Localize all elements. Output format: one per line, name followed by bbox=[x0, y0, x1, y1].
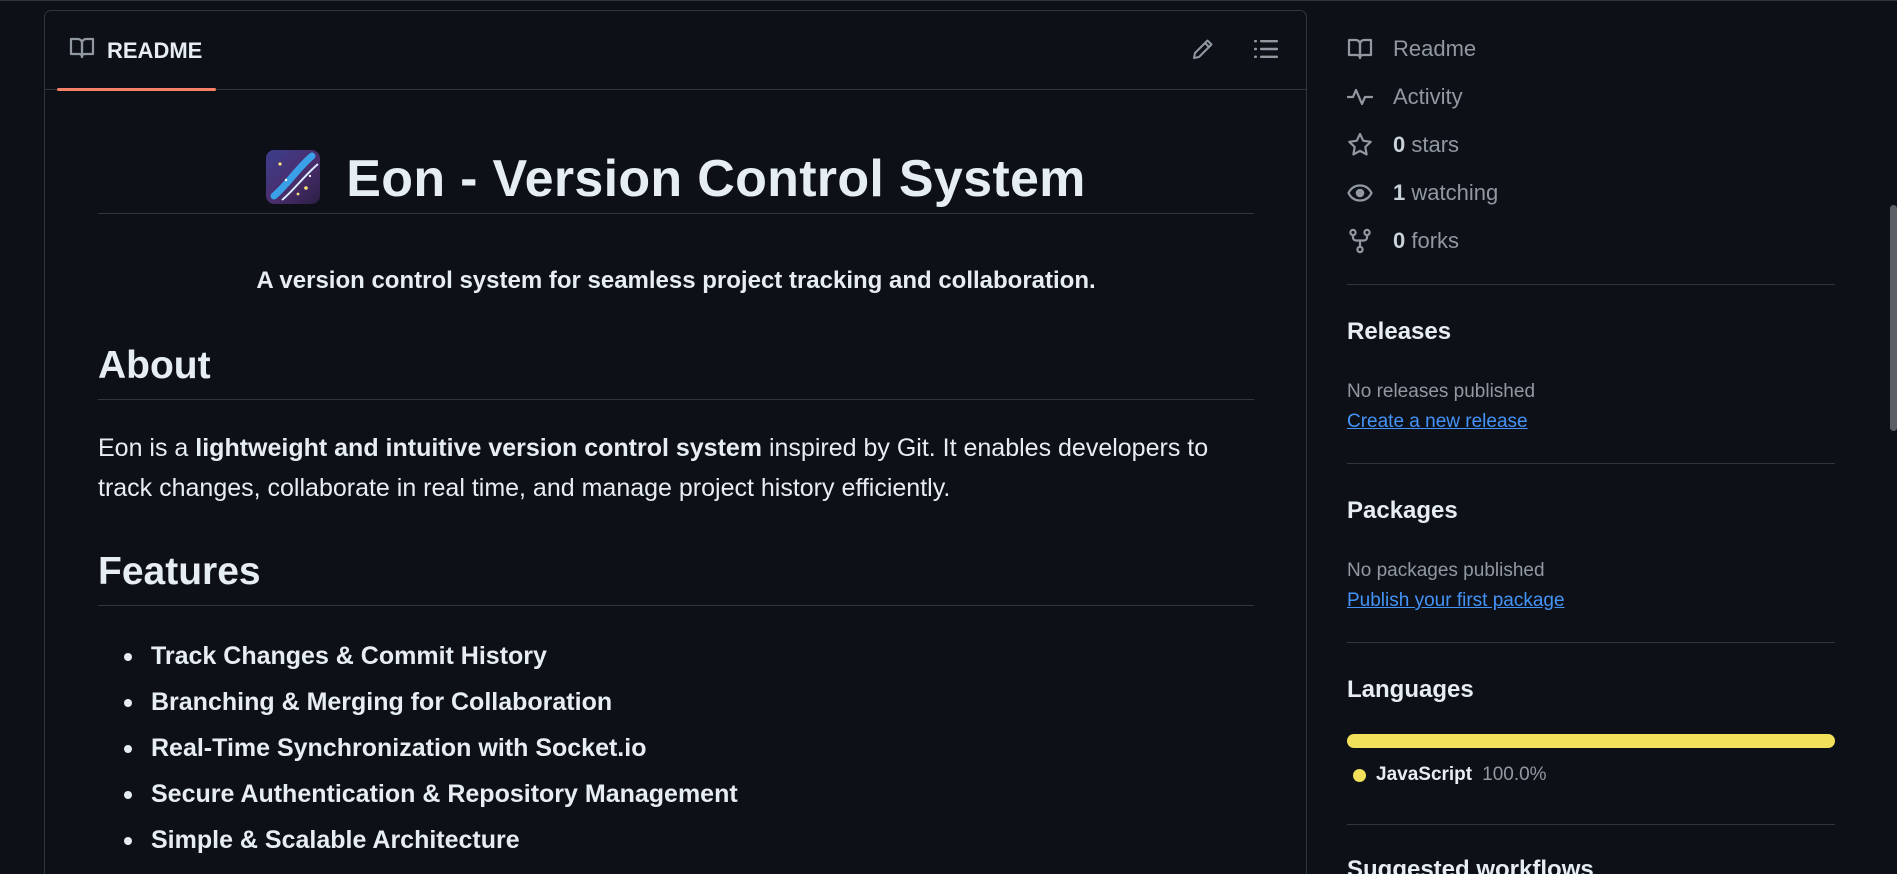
pencil-icon bbox=[1191, 37, 1215, 66]
forks-count: 0 bbox=[1393, 228, 1406, 253]
stars-text: 0 stars bbox=[1393, 132, 1459, 158]
readme-tab[interactable]: README bbox=[57, 11, 216, 91]
packages-empty-text: No packages published bbox=[1347, 560, 1545, 581]
watching-text: 1 watching bbox=[1393, 180, 1498, 206]
forks-link[interactable]: 0 forks bbox=[1347, 225, 1459, 257]
language-bar bbox=[1347, 734, 1835, 748]
sidebar-divider bbox=[1347, 284, 1835, 285]
watching-count: 1 bbox=[1393, 180, 1406, 205]
stars-link[interactable]: 0 stars bbox=[1347, 129, 1459, 161]
language-name: JavaScript bbox=[1376, 764, 1473, 785]
stars-label: stars bbox=[1411, 132, 1460, 157]
pulse-icon bbox=[1347, 84, 1373, 110]
star-icon bbox=[1347, 132, 1373, 158]
feature-item: Secure Authentication & Repository Manag… bbox=[98, 771, 1254, 817]
releases-heading[interactable]: Releases bbox=[1347, 318, 1451, 346]
outline-button[interactable] bbox=[1248, 33, 1284, 69]
eye-icon bbox=[1347, 180, 1373, 206]
fork-icon bbox=[1347, 228, 1373, 254]
page-scrollbar[interactable] bbox=[1890, 205, 1897, 431]
readme-panel: README Eon - Version Control System A ve… bbox=[44, 10, 1307, 874]
list-icon bbox=[1253, 37, 1279, 66]
language-percent: 100.0% bbox=[1482, 764, 1547, 785]
sidebar-divider bbox=[1347, 642, 1835, 643]
edit-readme-button[interactable] bbox=[1185, 33, 1221, 69]
sidebar-divider bbox=[1347, 463, 1835, 464]
language-item[interactable]: JavaScript 100.0% bbox=[1353, 764, 1547, 786]
publish-package-link[interactable]: Publish your first package bbox=[1347, 590, 1565, 612]
feature-item: Real-Time Synchronization with Socket.io bbox=[98, 725, 1254, 771]
book-icon bbox=[69, 36, 95, 65]
project-title: Eon - Version Control System bbox=[98, 145, 1254, 214]
activity-link-label: Activity bbox=[1393, 84, 1463, 109]
activity-link[interactable]: Activity bbox=[1347, 81, 1463, 113]
readme-link-label: Readme bbox=[1393, 36, 1477, 61]
features-heading: Features bbox=[98, 550, 1254, 606]
create-release-link[interactable]: Create a new release bbox=[1347, 411, 1528, 433]
project-title-text: Eon - Version Control System bbox=[346, 150, 1086, 208]
packages-heading[interactable]: Packages bbox=[1347, 497, 1458, 525]
feature-item: Simple & Scalable Architecture bbox=[98, 817, 1254, 863]
forks-text: 0 forks bbox=[1393, 228, 1459, 254]
about-paragraph: Eon is a lightweight and intuitive versi… bbox=[98, 428, 1254, 508]
feature-item: Track Changes & Commit History bbox=[98, 633, 1254, 679]
sidebar-divider bbox=[1347, 824, 1835, 825]
about-text-bold: lightweight and intuitive version contro… bbox=[195, 434, 763, 462]
book-icon bbox=[1347, 36, 1373, 62]
readme-tab-label: README bbox=[107, 37, 203, 63]
watching-link[interactable]: 1 watching bbox=[1347, 177, 1498, 209]
readme-link[interactable]: Readme bbox=[1347, 33, 1476, 65]
top-divider bbox=[0, 0, 1897, 1]
about-text-prefix: Eon is a bbox=[98, 434, 196, 462]
suggested-workflows-heading: Suggested workflows bbox=[1347, 856, 1594, 874]
releases-empty-text: No releases published bbox=[1347, 381, 1536, 402]
forks-label: forks bbox=[1411, 228, 1460, 253]
about-heading: About bbox=[98, 344, 1254, 400]
feature-item: Branching & Merging for Collaboration bbox=[98, 679, 1254, 725]
languages-heading: Languages bbox=[1347, 676, 1474, 703]
features-list: Track Changes & Commit History Branching… bbox=[98, 633, 1254, 863]
language-color-dot bbox=[1353, 768, 1366, 782]
project-logo bbox=[266, 149, 321, 209]
readme-header: README bbox=[45, 11, 1306, 91]
stars-count: 0 bbox=[1393, 132, 1406, 157]
active-tab-indicator bbox=[57, 88, 216, 91]
project-tagline: A version control system for seamless pr… bbox=[256, 267, 1096, 294]
watching-label: watching bbox=[1411, 180, 1499, 205]
